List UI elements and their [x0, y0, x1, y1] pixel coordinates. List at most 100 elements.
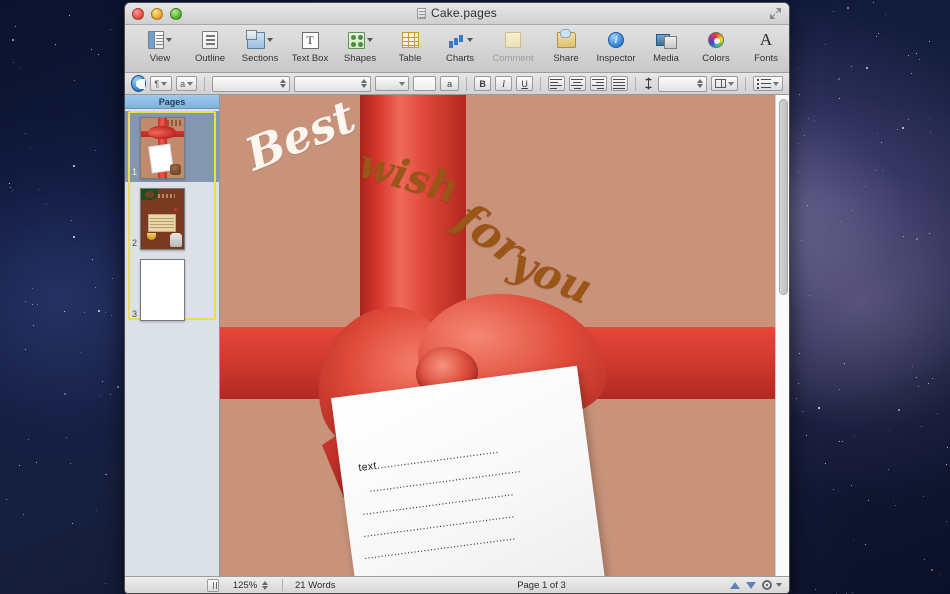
toolbar-label-view: View: [149, 53, 171, 64]
gear-icon: [762, 580, 772, 590]
toolbar-button-table[interactable]: Table: [385, 29, 435, 64]
line-spacing-icon: [643, 77, 654, 90]
fullscreen-icon[interactable]: [770, 8, 781, 19]
sections-icon: [246, 29, 273, 51]
thumbnail-list[interactable]: 1 2 3: [125, 109, 219, 576]
toolbar-button-inspector[interactable]: i Inspector: [591, 29, 641, 64]
font-family-stepper[interactable]: [279, 77, 287, 90]
page-thumbnail-3[interactable]: 3: [125, 253, 219, 324]
font-family-select[interactable]: [212, 75, 291, 92]
sidebar-header: Pages: [125, 95, 219, 109]
page-indicator: Page 1 of 3: [517, 579, 566, 591]
font-size-field[interactable]: [374, 76, 409, 91]
inspector-icon: i: [608, 29, 624, 51]
toolbar-button-sections[interactable]: Sections: [235, 29, 285, 64]
style-drawer-toggle[interactable]: [131, 75, 146, 92]
toolbar-label-table: Table: [398, 53, 422, 64]
text-box-icon: T: [301, 29, 319, 51]
previous-page-icon[interactable]: [730, 581, 740, 589]
line-spacing-field[interactable]: [658, 75, 707, 92]
window-title: Cake.pages: [125, 6, 789, 20]
list-style-button[interactable]: [752, 76, 783, 91]
thumbnail-art-1: [140, 117, 185, 179]
align-left-button[interactable]: [547, 76, 565, 91]
align-center-button[interactable]: [568, 76, 586, 91]
thumbnail-art-2: [140, 188, 185, 250]
pages-application-window: Cake.pages View Outline Sections T Text …: [124, 2, 790, 594]
next-page-icon[interactable]: [746, 581, 756, 589]
format-bar-separator-3: [540, 76, 541, 91]
zoom-control[interactable]: 125%: [220, 579, 282, 592]
paragraph-style-button[interactable]: ¶: [149, 76, 172, 91]
page-number-3: 3: [131, 309, 137, 319]
character-background-button[interactable]: a: [440, 76, 460, 91]
toolbar-button-shapes[interactable]: Shapes: [335, 29, 385, 64]
document-canvas[interactable]: Best wish for you text..................…: [220, 95, 789, 576]
share-icon: [556, 29, 576, 51]
font-typeface-select[interactable]: [294, 75, 371, 92]
format-bar-separator-2: [466, 76, 468, 91]
toolbar-button-fonts[interactable]: A Fonts: [741, 29, 789, 64]
italic-button[interactable]: I: [495, 76, 513, 91]
toolbar-button-outline[interactable]: Outline: [185, 29, 235, 64]
scrollbar-thumb[interactable]: [779, 99, 788, 295]
character-style-button[interactable]: a: [175, 76, 198, 91]
toolbar-button-charts[interactable]: Charts: [435, 29, 485, 64]
sidebar-resize-grip[interactable]: [207, 578, 219, 592]
status-settings-button[interactable]: [762, 580, 782, 590]
comment-icon: [505, 29, 521, 51]
zoom-stepper[interactable]: [261, 579, 269, 592]
align-right-button[interactable]: [589, 76, 607, 91]
document-icon: [416, 8, 426, 19]
align-justify-button[interactable]: [610, 76, 628, 91]
toolbar-group-right: i Inspector Media Colors A Fonts: [591, 29, 789, 64]
format-bar-separator-1: [204, 76, 206, 91]
word-count: 21 Words: [295, 579, 336, 591]
toolbar-label-comment: Comment: [492, 53, 534, 64]
toolbar-button-colors[interactable]: Colors: [691, 29, 741, 64]
document-vertical-scrollbar[interactable]: [775, 95, 789, 576]
pages-sidebar: Pages 1 2 3: [125, 95, 220, 576]
format-bar: ¶ a a B I U: [125, 73, 789, 95]
character-background-label: a: [447, 78, 453, 89]
toolbar-button-media[interactable]: Media: [641, 29, 691, 64]
zoom-value: 125%: [232, 579, 258, 591]
status-bar-right: [730, 580, 789, 590]
page-thumbnail-1[interactable]: 1: [125, 111, 219, 182]
greeting-word-best: Best: [238, 95, 363, 182]
window-titlebar[interactable]: Cake.pages: [125, 3, 789, 25]
table-icon: [401, 29, 419, 51]
status-bar: 125% 21 Words Page 1 of 3: [125, 576, 789, 593]
toolbar-button-view[interactable]: View: [135, 29, 185, 64]
document-page-1[interactable]: Best wish for you text..................…: [220, 95, 775, 576]
format-bar-separator-4: [634, 76, 636, 91]
underline-button[interactable]: U: [516, 76, 534, 91]
toolbar-button-share[interactable]: Share: [541, 29, 591, 64]
toolbar-label-shapes: Shapes: [343, 53, 377, 64]
toolbar-label-share: Share: [553, 53, 579, 64]
toolbar-label-inspector: Inspector: [596, 53, 636, 64]
text-color-well[interactable]: [412, 76, 437, 91]
toolbar-button-text-box[interactable]: T Text Box: [285, 29, 335, 64]
status-bar-left: [125, 578, 220, 592]
columns-button[interactable]: [710, 76, 738, 91]
format-bar-separator-5: [744, 76, 746, 91]
toolbar-group-insert: Sections T Text Box Shapes Table Charts …: [235, 29, 541, 64]
toolbar-group-left: View Outline: [135, 29, 235, 64]
window-title-text: Cake.pages: [430, 6, 498, 20]
line-spacing-stepper[interactable]: [696, 77, 704, 90]
font-typeface-stepper[interactable]: [360, 77, 368, 90]
charts-icon: [448, 29, 473, 51]
bold-button[interactable]: B: [474, 76, 492, 91]
note-card[interactable]: text....................................…: [331, 365, 607, 576]
toolbar-group-share: Share: [541, 29, 591, 64]
media-icon: [656, 29, 677, 51]
columns-icon: [714, 79, 726, 88]
shapes-icon: [347, 29, 373, 51]
toolbar-button-comment[interactable]: Comment: [485, 29, 541, 64]
work-area: Pages 1 2 3 Best wish for you text......…: [125, 95, 789, 576]
page-number-2: 2: [131, 238, 137, 248]
toolbar-label-outline: Outline: [194, 53, 226, 64]
outline-icon: [202, 29, 218, 51]
page-thumbnail-2[interactable]: 2: [125, 182, 219, 253]
